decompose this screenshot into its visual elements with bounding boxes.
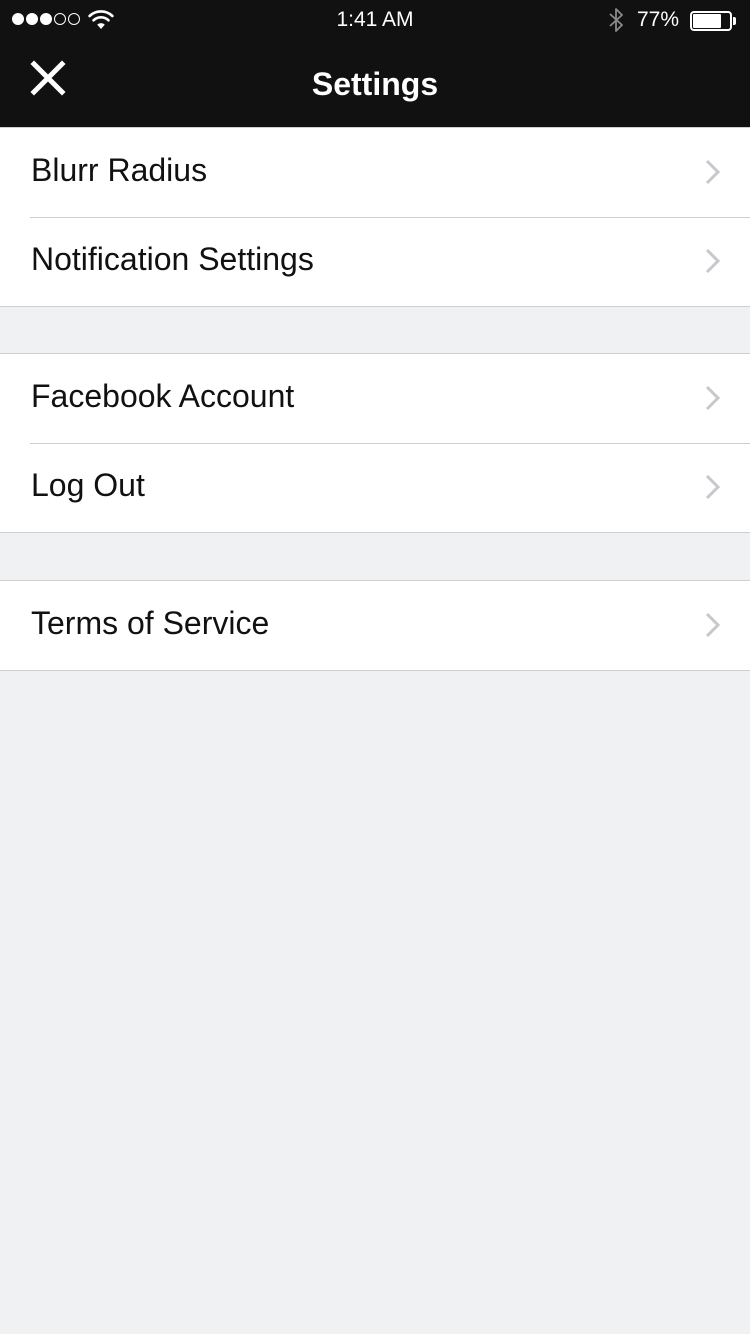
chevron-right-icon xyxy=(705,159,721,185)
settings-row-label: Facebook Account xyxy=(31,378,295,414)
settings-row-label: Terms of Service xyxy=(31,605,270,641)
chevron-right-icon xyxy=(705,474,721,500)
settings-row-label: Log Out xyxy=(31,467,145,503)
settings-row-terms-of-service[interactable]: Terms of Service xyxy=(0,581,750,670)
battery-percent: 77% xyxy=(637,8,680,31)
settings-screen: 1:41 AM 77% Settings Blurr Radius Notifi… xyxy=(0,0,750,1334)
settings-row-log-out[interactable]: Log Out xyxy=(0,443,750,532)
battery-icon xyxy=(690,11,736,31)
battery-fill xyxy=(693,14,721,28)
bluetooth-icon xyxy=(609,8,623,32)
settings-group-general: Blurr Radius Notification Settings xyxy=(0,127,750,307)
settings-group-account: Facebook Account Log Out xyxy=(0,353,750,533)
chevron-right-icon xyxy=(705,612,721,638)
nav-bar: Settings xyxy=(0,40,750,128)
page-title: Settings xyxy=(311,66,439,102)
settings-group-legal: Terms of Service xyxy=(0,580,750,671)
settings-row-label: Notification Settings xyxy=(31,241,314,277)
settings-row-label: Blurr Radius xyxy=(31,152,208,188)
chevron-right-icon xyxy=(705,248,721,274)
chevron-right-icon xyxy=(705,385,721,411)
settings-row-facebook-account[interactable]: Facebook Account xyxy=(0,354,750,443)
status-bar: 1:41 AM 77% xyxy=(0,0,750,40)
settings-row-blurr-radius[interactable]: Blurr Radius xyxy=(0,128,750,217)
settings-row-notification-settings[interactable]: Notification Settings xyxy=(0,217,750,306)
battery-nub xyxy=(733,17,736,25)
